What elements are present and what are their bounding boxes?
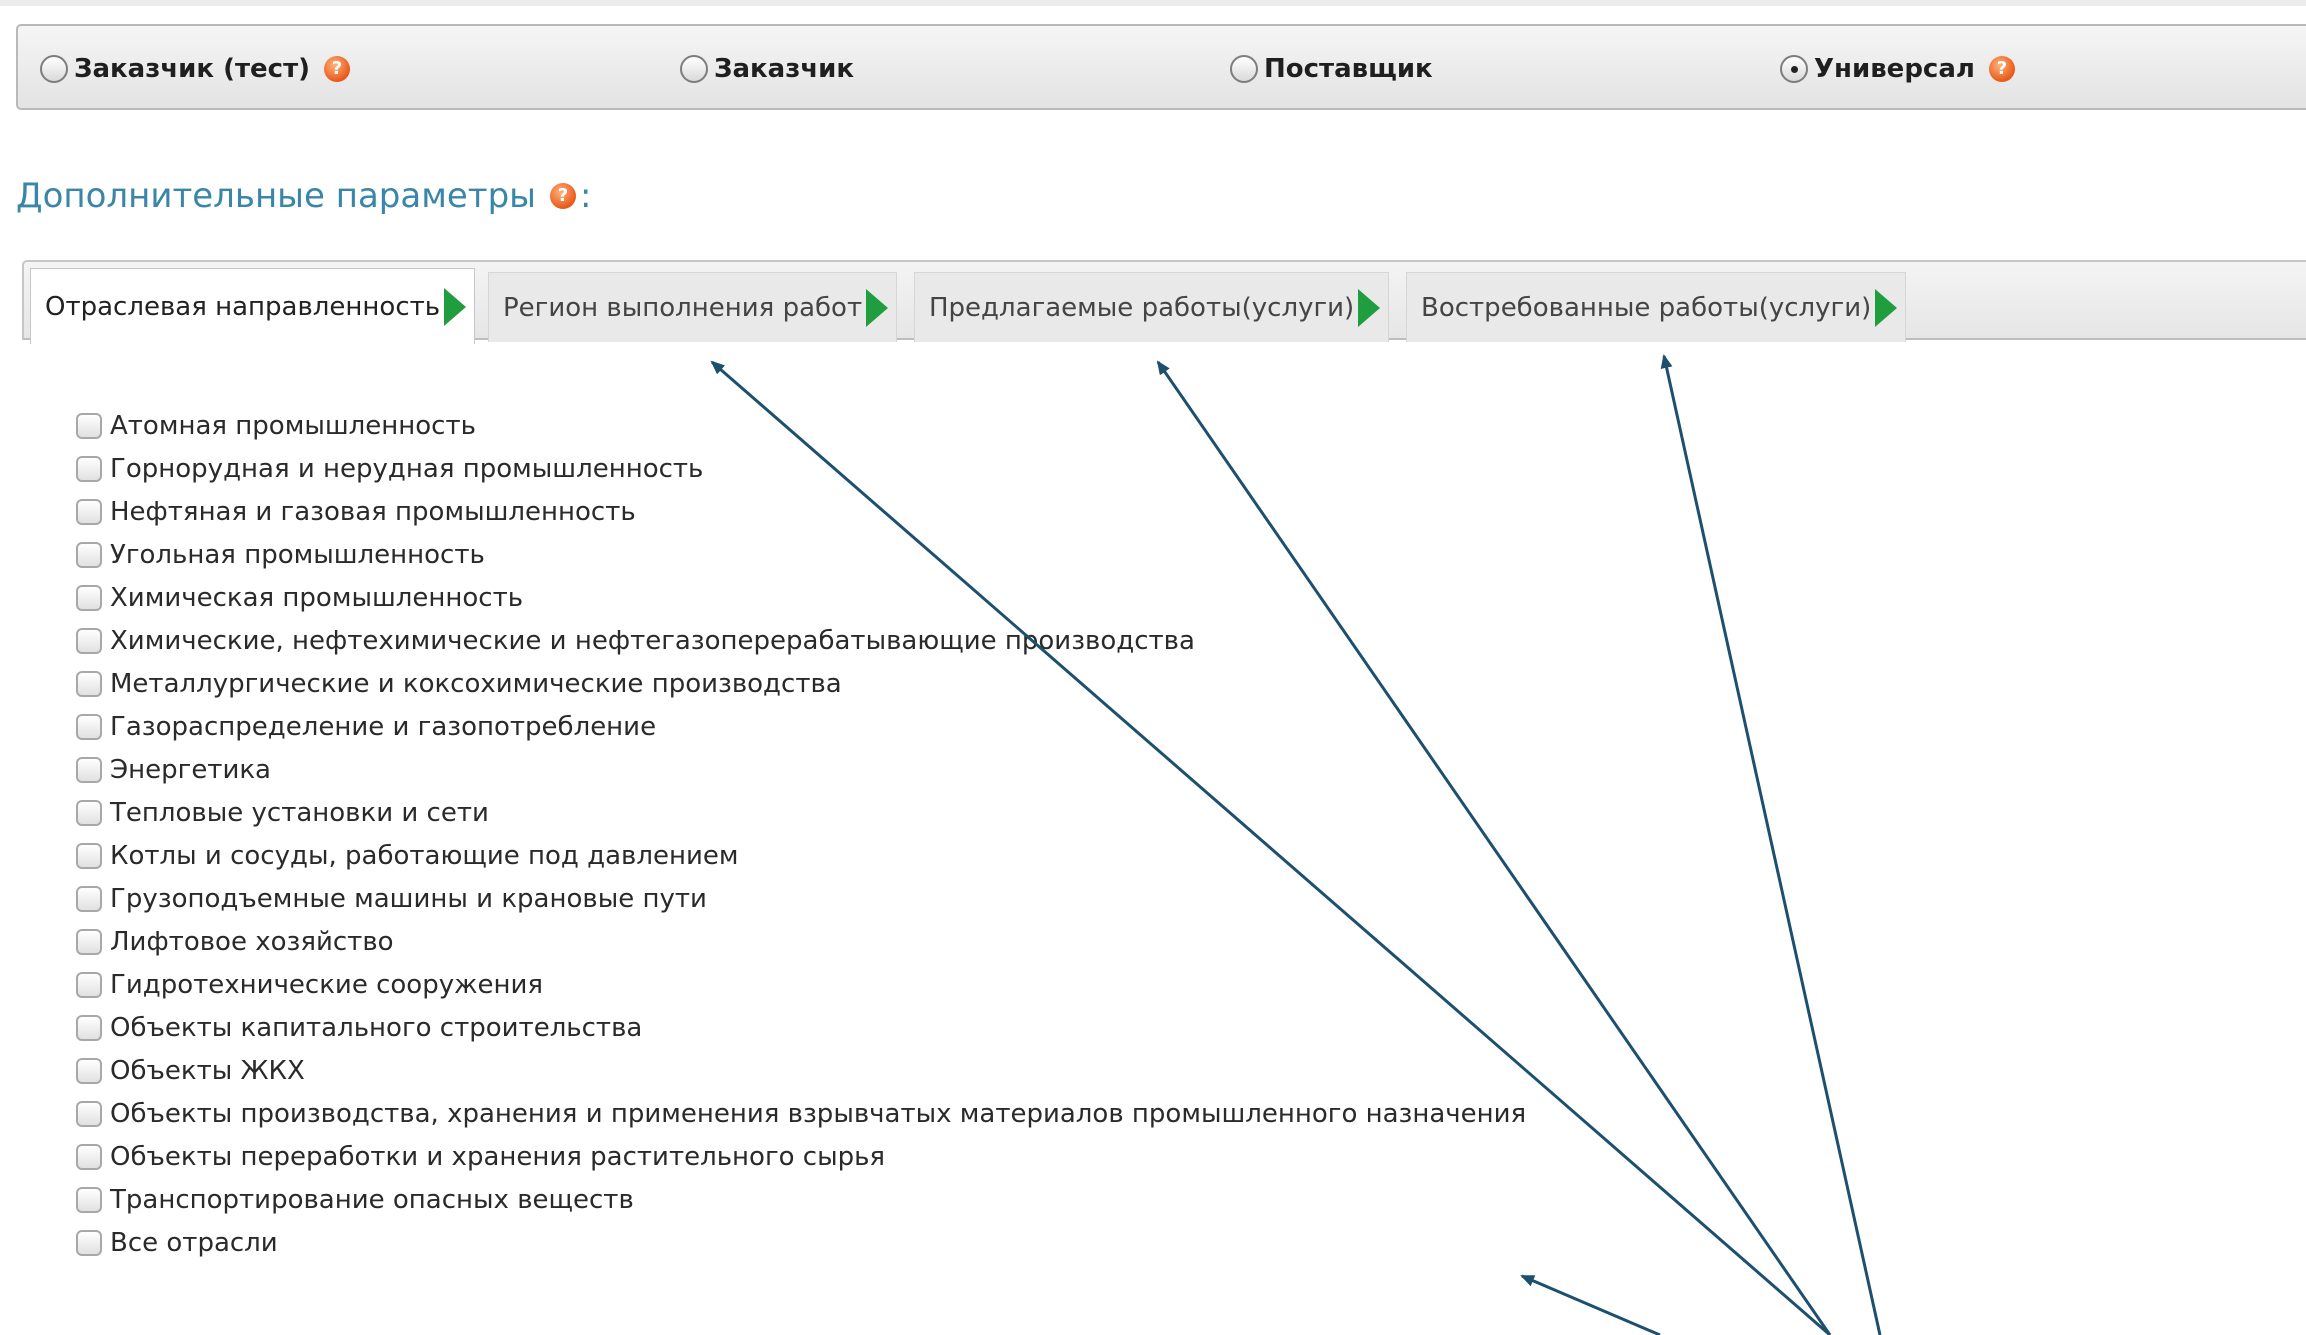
annotation-arrow	[1156, 360, 1832, 1335]
annotation-arrow	[710, 360, 1831, 1335]
annotation-arrows	[710, 354, 1882, 1335]
annotation-arrow	[1660, 354, 1882, 1335]
annotation-arrow	[1520, 1274, 1661, 1335]
